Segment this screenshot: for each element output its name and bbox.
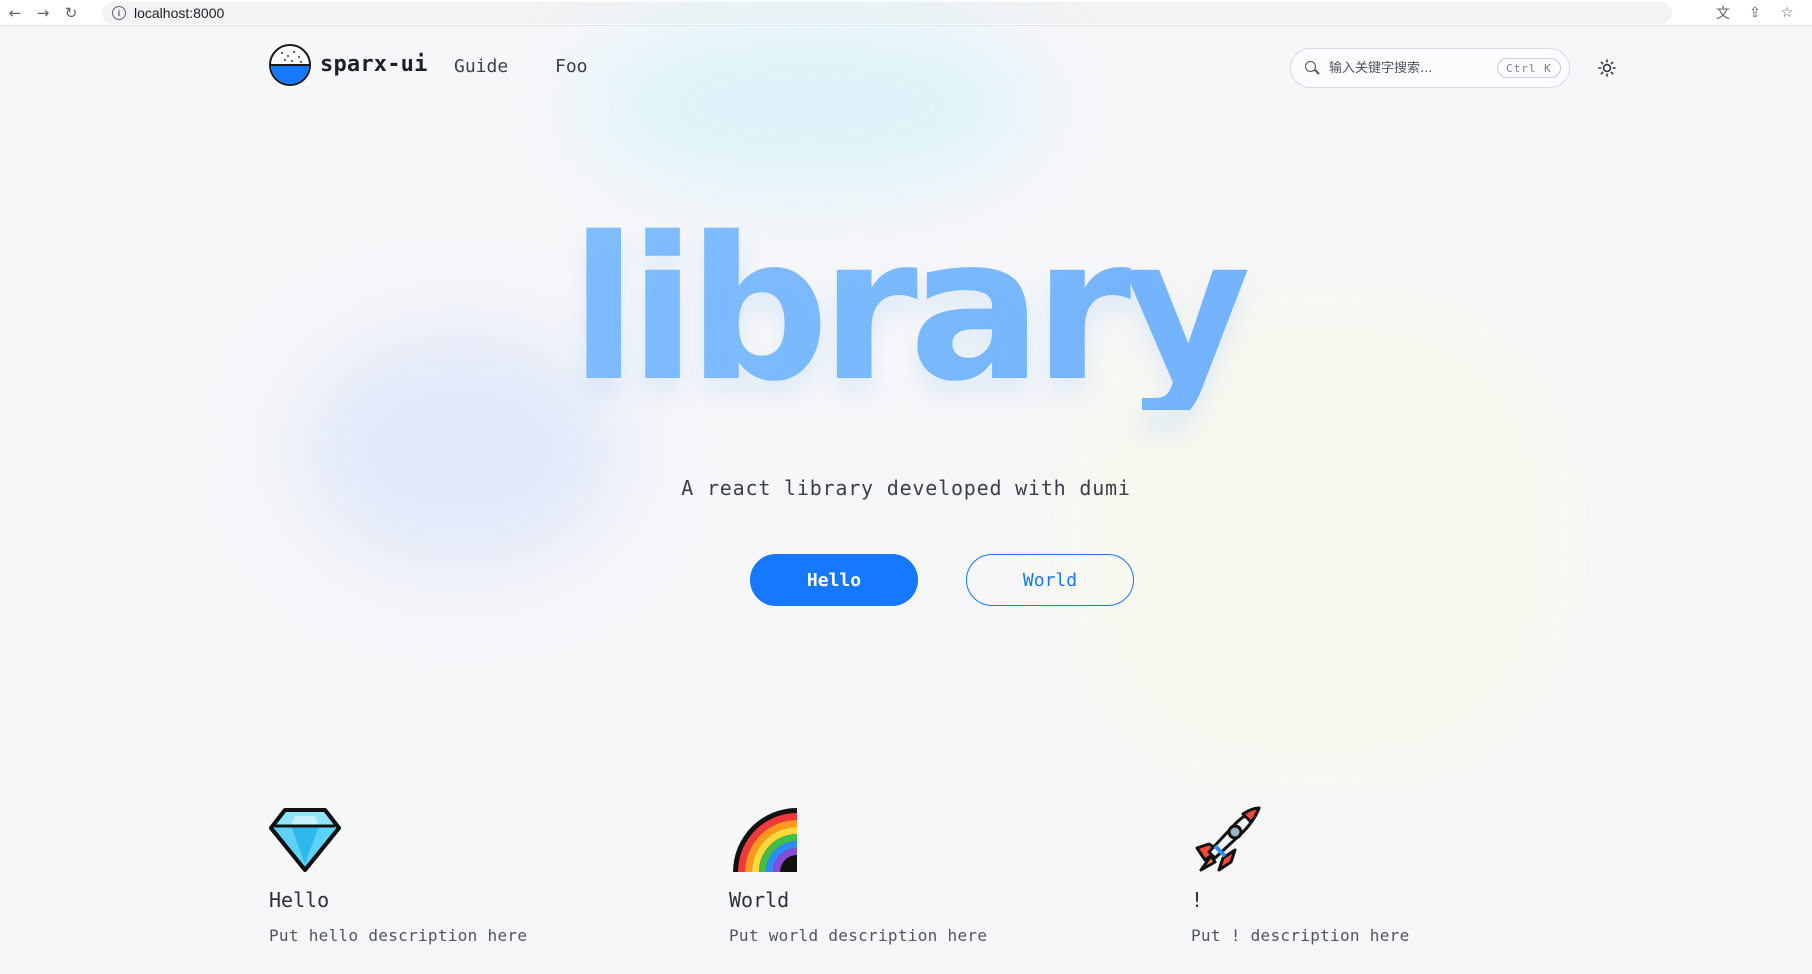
reload-icon[interactable]: ↻ — [58, 2, 84, 24]
rainbow-icon — [733, 808, 797, 872]
search-icon — [1305, 61, 1320, 75]
search-box[interactable]: Ctrl K — [1290, 48, 1570, 88]
feature-card: World Put world description here — [729, 804, 1109, 945]
search-shortcut-badge: Ctrl K — [1497, 58, 1561, 78]
hero-description: A react library developed with dumi — [681, 476, 1131, 500]
search-input[interactable] — [1329, 60, 1489, 76]
brand-name[interactable]: sparx-ui — [320, 52, 428, 77]
translate-icon[interactable]: 文 — [1714, 4, 1732, 22]
bookmark-star-icon[interactable]: ☆ — [1778, 4, 1796, 22]
address-bar[interactable]: i localhost:8000 — [102, 1, 1672, 24]
hello-button[interactable]: Hello — [750, 554, 918, 606]
feature-card: ! Put ! description here — [1191, 804, 1571, 945]
hero-title: library — [0, 210, 1812, 410]
world-button[interactable]: World — [966, 554, 1134, 606]
forward-icon[interactable]: → — [30, 2, 56, 24]
back-icon[interactable]: ← — [2, 2, 28, 24]
feature-card: Hello Put hello description here — [269, 804, 649, 945]
nav-link-guide[interactable]: Guide — [454, 56, 508, 77]
rocket-icon — [1195, 806, 1261, 872]
logo-icon[interactable] — [269, 44, 311, 86]
sun-icon[interactable] — [1596, 57, 1618, 79]
site-header: sparx-ui Guide Foo Ctrl K — [0, 30, 1812, 106]
url-text: localhost:8000 — [134, 4, 225, 21]
feature-description: Put world description here — [729, 926, 988, 945]
share-icon[interactable]: ⇪ — [1746, 4, 1764, 22]
nav-link-foo[interactable]: Foo — [555, 56, 588, 77]
gem-icon — [269, 808, 341, 872]
feature-description: Put hello description here — [269, 926, 528, 945]
feature-title: Hello — [269, 888, 330, 912]
browser-toolbar: ← → ↻ i localhost:8000 文 ⇪ ☆ — [0, 0, 1812, 26]
info-icon[interactable]: i — [112, 5, 126, 20]
feature-title: ! — [1191, 888, 1204, 912]
feature-description: Put ! description here — [1191, 926, 1410, 945]
feature-title: World — [729, 888, 790, 912]
